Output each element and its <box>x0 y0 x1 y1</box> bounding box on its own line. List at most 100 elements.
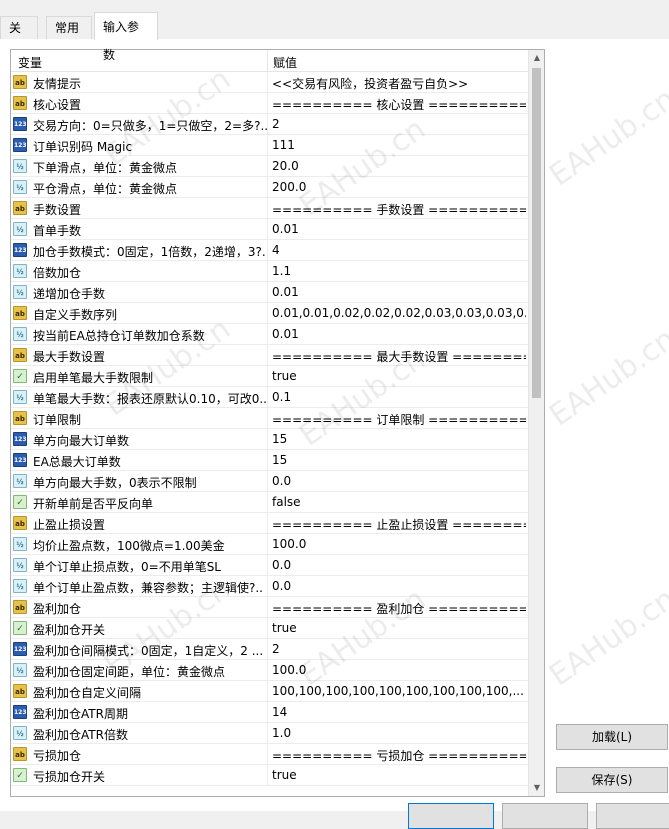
variable-value[interactable]: <<交易有风险，投资者盈亏自负>> <box>272 75 468 92</box>
table-row[interactable]: ½ 单个订单止损点数，0=不用单笔SL 0.0 <box>11 555 528 576</box>
value-cell[interactable]: ========== 盈利加仓 ========== <box>268 597 526 617</box>
variable-value[interactable]: 0.01 <box>272 327 299 341</box>
value-cell[interactable]: ========== 止盈止损设置 ========... <box>268 513 526 533</box>
value-cell[interactable]: 111 <box>268 135 526 155</box>
tab-about[interactable]: 关于 <box>0 16 38 58</box>
value-cell[interactable]: 100.0 <box>268 534 526 554</box>
table-row[interactable]: ab 自定义手数序列 0.01,0.01,0.02,0.02,0.02,0.03,0… <box>11 303 528 324</box>
scroll-down-icon[interactable]: ▼ <box>529 780 544 796</box>
variable-value[interactable]: 14 <box>272 705 287 719</box>
variable-value[interactable]: 4 <box>272 243 280 257</box>
value-cell[interactable]: 0.1 <box>268 387 526 407</box>
table-row[interactable]: 123 单方向最大订单数 15 <box>11 429 528 450</box>
variable-value[interactable]: ========== 止盈止损设置 ========... <box>272 516 526 533</box>
variable-value[interactable]: 0.01,0.01,0.02,0.02,0.02,0.03,0.03,0.03,… <box>272 306 526 320</box>
value-cell[interactable]: 20.0 <box>268 156 526 176</box>
value-cell[interactable]: 14 <box>268 702 526 722</box>
variable-value[interactable]: ========== 盈利加仓 ========== <box>272 600 526 617</box>
ok-button-partial[interactable] <box>408 803 494 829</box>
value-cell[interactable]: 200.0 <box>268 177 526 197</box>
value-cell[interactable]: ========== 订单限制 ========== <box>268 408 526 428</box>
variable-value[interactable]: 2 <box>272 117 280 131</box>
table-row[interactable]: ½ 平仓滑点，单位：黄金微点 200.0 <box>11 177 528 198</box>
variable-value[interactable]: ========== 订单限制 ========== <box>272 411 526 428</box>
value-cell[interactable]: 0.0 <box>268 576 526 596</box>
table-row[interactable]: ½ 均价止盈点数，100微点=1.00美金 100.0 <box>11 534 528 555</box>
table-row[interactable]: 123 订单识别码 Magic 111 <box>11 135 528 156</box>
table-row[interactable]: ✓ 亏损加仓开关 true <box>11 765 528 786</box>
table-row[interactable]: ½ 盈利加仓固定间距，单位：黄金微点 100.0 <box>11 660 528 681</box>
variable-value[interactable]: 15 <box>272 453 287 467</box>
variable-value[interactable]: 200.0 <box>272 180 306 194</box>
table-row[interactable]: 123 加仓手数模式：0固定，1倍数，2递增，3?.. 4 <box>11 240 528 261</box>
variable-value[interactable]: 100.0 <box>272 663 306 677</box>
table-row[interactable]: ab 订单限制 ========== 订单限制 ========== <box>11 408 528 429</box>
value-cell[interactable]: ========== 核心设置 ========== <box>268 93 526 113</box>
column-header-variable[interactable]: 变量 <box>18 54 42 71</box>
variable-value[interactable]: ========== 手数设置 ========== <box>272 201 526 218</box>
value-cell[interactable]: 2 <box>268 639 526 659</box>
variable-value[interactable]: ========== 核心设置 ========== <box>272 96 526 113</box>
table-row[interactable]: ab 核心设置 ========== 核心设置 ========== <box>11 93 528 114</box>
value-cell[interactable]: true <box>268 618 526 638</box>
table-row[interactable]: ab 友情提示 <<交易有风险，投资者盈亏自负>> <box>11 72 528 93</box>
table-row[interactable]: 123 EA总最大订单数 15 <box>11 450 528 471</box>
value-cell[interactable]: 4 <box>268 240 526 260</box>
variable-value[interactable]: 100.0 <box>272 537 306 551</box>
variable-value[interactable]: 111 <box>272 138 295 152</box>
reset-button-partial[interactable] <box>596 803 669 829</box>
value-cell[interactable]: 15 <box>268 450 526 470</box>
table-row[interactable]: ✓ 开新单前是否平反向单 false <box>11 492 528 513</box>
table-row[interactable]: ½ 递增加仓手数 0.01 <box>11 282 528 303</box>
value-cell[interactable]: 15 <box>268 429 526 449</box>
variable-value[interactable]: true <box>272 621 297 635</box>
variable-value[interactable]: true <box>272 369 297 383</box>
value-cell[interactable]: 0.01 <box>268 324 526 344</box>
table-row[interactable]: ½ 单方向最大手数，0表示不限制 0.0 <box>11 471 528 492</box>
value-cell[interactable]: ========== 亏损加仓 ========== <box>268 744 526 764</box>
variable-value[interactable]: 2 <box>272 642 280 656</box>
variable-value[interactable]: ========== 最大手数设置 ========... <box>272 348 526 365</box>
value-cell[interactable]: 100.0 <box>268 660 526 680</box>
variable-value[interactable]: 0.0 <box>272 558 291 572</box>
table-row[interactable]: ½ 下单滑点，单位：黄金微点 20.0 <box>11 156 528 177</box>
value-cell[interactable]: 0.0 <box>268 471 526 491</box>
variable-value[interactable]: 1.0 <box>272 726 291 740</box>
value-cell[interactable]: true <box>268 366 526 386</box>
value-cell[interactable]: 0.0 <box>268 555 526 575</box>
cancel-button-partial[interactable] <box>502 803 588 829</box>
variable-value[interactable]: 0.1 <box>272 390 291 404</box>
variable-value[interactable]: true <box>272 768 297 782</box>
table-row[interactable]: ab 盈利加仓 ========== 盈利加仓 ========== <box>11 597 528 618</box>
table-row[interactable]: ½ 按当前EA总持仓订单数加仓系数 0.01 <box>11 324 528 345</box>
tab-common[interactable]: 常用 <box>46 16 92 39</box>
table-row[interactable]: ✓ 盈利加仓开关 true <box>11 618 528 639</box>
table-row[interactable]: 123 盈利加仓间隔模式：0固定，1自定义，2 ... 2 <box>11 639 528 660</box>
value-cell[interactable]: 1.0 <box>268 723 526 743</box>
table-row[interactable]: ab 亏损加仓 ========== 亏损加仓 ========== <box>11 744 528 765</box>
variable-value[interactable]: 15 <box>272 432 287 446</box>
value-cell[interactable]: ========== 手数设置 ========== <box>268 198 526 218</box>
table-row[interactable]: ½ 单笔最大手数：报表还原默认0.10，可改0... 0.1 <box>11 387 528 408</box>
table-row[interactable]: ab 盈利加仓自定义间隔 100,100,100,100,100,100,100,1… <box>11 681 528 702</box>
variable-value[interactable]: 1.1 <box>272 264 291 278</box>
value-cell[interactable]: 0.01,0.01,0.02,0.02,0.02,0.03,0.03,0.03,… <box>268 303 526 323</box>
tab-input-params[interactable]: 输入参数 <box>94 12 158 62</box>
table-row[interactable]: ab 手数设置 ========== 手数设置 ========== <box>11 198 528 219</box>
scroll-up-icon[interactable]: ▲ <box>529 50 544 66</box>
column-header-divider[interactable] <box>267 50 268 72</box>
variable-value[interactable]: 0.0 <box>272 579 291 593</box>
table-row[interactable]: ab 最大手数设置 ========== 最大手数设置 ========... <box>11 345 528 366</box>
value-cell[interactable]: 2 <box>268 114 526 134</box>
column-header-value[interactable]: 赋值 <box>273 54 297 71</box>
variable-value[interactable]: ========== 亏损加仓 ========== <box>272 747 526 764</box>
table-row[interactable]: 123 交易方向：0=只做多，1=只做空，2=多?.. 2 <box>11 114 528 135</box>
vertical-scrollbar[interactable]: ▲ ▼ <box>528 50 544 796</box>
table-row[interactable]: ½ 单个订单止盈点数，兼容参数；主逻辑使?.. 0.0 <box>11 576 528 597</box>
variable-value[interactable]: false <box>272 495 301 509</box>
variable-value[interactable]: 0.01 <box>272 285 299 299</box>
table-row[interactable]: 123 盈利加仓ATR周期 14 <box>11 702 528 723</box>
value-cell[interactable]: false <box>268 492 526 512</box>
value-cell[interactable]: 0.01 <box>268 282 526 302</box>
save-button[interactable]: 保存(S) <box>556 767 668 793</box>
